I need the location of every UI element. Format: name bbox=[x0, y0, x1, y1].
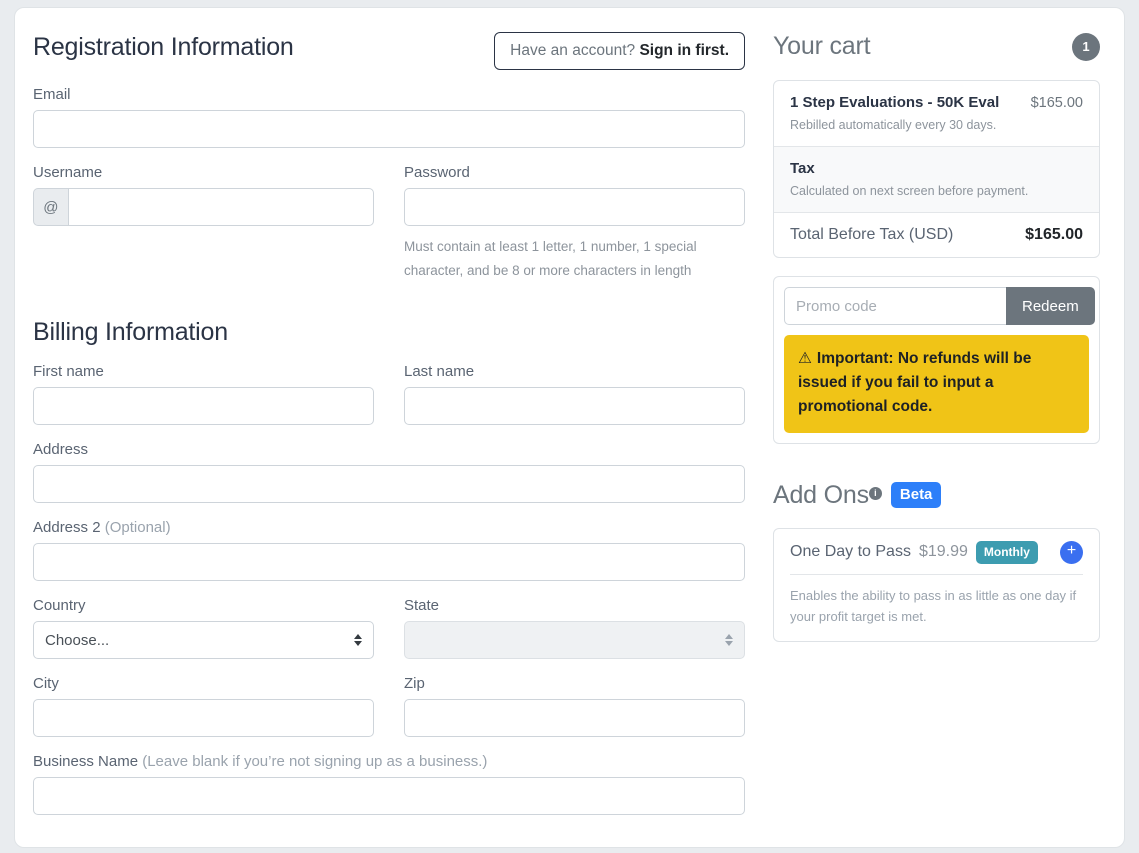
cart-item-name: 1 Step Evaluations - 50K Eval bbox=[790, 94, 1000, 111]
zip-input[interactable] bbox=[404, 699, 745, 738]
page-title: Registration Information bbox=[33, 33, 294, 61]
password-label: Password bbox=[404, 164, 470, 182]
business-name-label-text: Business Name bbox=[33, 753, 143, 771]
redeem-button[interactable]: Redeem bbox=[1006, 287, 1095, 325]
address-input[interactable] bbox=[33, 465, 745, 504]
state-label: State bbox=[404, 597, 440, 615]
business-name-hint: (Leave blank if you’re not signing up as… bbox=[142, 753, 488, 771]
password-input[interactable] bbox=[404, 188, 745, 227]
city-field-group: City bbox=[33, 675, 374, 738]
country-select[interactable]: Choose... bbox=[33, 621, 374, 660]
username-input[interactable] bbox=[67, 188, 374, 227]
cart-total-row: Total Before Tax (USD) $165.00 bbox=[774, 213, 1099, 257]
cart-item-subtext: Rebilled automatically every 30 days. bbox=[790, 117, 997, 132]
tax-subtext: Calculated on next screen before payment… bbox=[790, 183, 1029, 198]
address-field-group: Address bbox=[33, 441, 745, 504]
addon-name: One Day to Pass bbox=[790, 543, 911, 561]
zip-field-group: Zip bbox=[404, 675, 745, 738]
email-input[interactable] bbox=[33, 110, 745, 149]
email-field-group: Email bbox=[33, 86, 745, 149]
country-label: Country bbox=[33, 597, 86, 615]
registration-form-column: Registration Information Have an account… bbox=[15, 8, 763, 847]
addon-frequency-badge: Monthly bbox=[975, 540, 1038, 564]
address2-label-text: Address 2 bbox=[33, 519, 105, 537]
cart-line-item: 1 Step Evaluations - 50K Eval Rebilled a… bbox=[774, 81, 1099, 147]
addon-price: $19.99 bbox=[918, 543, 968, 561]
addon-description: Enables the ability to pass in as little… bbox=[790, 573, 1083, 627]
billing-title: Billing Information bbox=[33, 318, 228, 347]
beta-badge: Beta bbox=[890, 482, 942, 509]
state-field-group: State bbox=[404, 597, 745, 660]
email-label: Email bbox=[33, 86, 71, 104]
addon-card-one-day-to-pass: One Day to Pass $19.99 Monthly + Enables… bbox=[773, 527, 1100, 642]
cart-item-price: $165.00 bbox=[1030, 95, 1083, 111]
warning-triangle-icon: ⚠ bbox=[798, 350, 812, 367]
password-field-group: Password Must contain at least 1 letter,… bbox=[404, 164, 745, 283]
info-icon[interactable]: i bbox=[868, 486, 882, 500]
business-name-input[interactable] bbox=[33, 777, 745, 816]
total-label: Total Before Tax (USD) bbox=[790, 226, 954, 243]
password-help-text: Must contain at least 1 letter, 1 number… bbox=[404, 239, 697, 279]
sign-in-prefix: Have an account? bbox=[510, 42, 640, 59]
refund-warning-banner: ⚠ Important: No refunds will be issued if… bbox=[784, 335, 1089, 433]
total-value: $165.00 bbox=[1025, 226, 1083, 243]
address2-field-group: Address 2 (Optional) bbox=[33, 519, 745, 582]
username-field-group: Username @ bbox=[33, 164, 374, 283]
refund-warning-text: Important: No refunds will be issued if … bbox=[798, 350, 1032, 416]
state-select[interactable] bbox=[404, 621, 745, 660]
address2-input[interactable] bbox=[33, 543, 745, 582]
business-name-label: Business Name (Leave blank if you’re not… bbox=[33, 753, 745, 770]
last-name-label: Last name bbox=[404, 363, 475, 381]
cart-summary-panel: 1 Step Evaluations - 50K Eval Rebilled a… bbox=[773, 80, 1100, 258]
addons-title: Add Ons bbox=[773, 480, 869, 509]
sign-in-button[interactable]: Have an account? Sign in first. bbox=[494, 32, 745, 71]
cart-title: Your cart bbox=[773, 32, 871, 60]
last-name-field-group: Last name bbox=[404, 363, 745, 426]
cart-count-badge: 1 bbox=[1072, 32, 1100, 61]
business-name-field-group: Business Name (Leave blank if you’re not… bbox=[33, 753, 745, 816]
last-name-input[interactable] bbox=[404, 387, 745, 426]
cart-header: Your cart 1 bbox=[773, 32, 1100, 61]
checkout-page-card: Registration Information Have an account… bbox=[14, 7, 1125, 848]
zip-label: Zip bbox=[404, 675, 425, 693]
sign-in-link-text: Sign in first. bbox=[639, 42, 729, 59]
first-name-field-group: First name bbox=[33, 363, 374, 426]
address-label: Address bbox=[33, 441, 89, 459]
username-label: Username bbox=[33, 164, 103, 182]
cart-tax-row: Tax Calculated on next screen before pay… bbox=[774, 147, 1099, 213]
first-name-label: First name bbox=[33, 363, 104, 381]
registration-header: Registration Information Have an account… bbox=[33, 32, 745, 71]
address2-optional-text: (Optional) bbox=[104, 519, 171, 537]
promo-code-input[interactable] bbox=[784, 287, 1006, 325]
cart-column: Your cart 1 1 Step Evaluations - 50K Eva… bbox=[763, 8, 1124, 847]
tax-label: Tax bbox=[790, 160, 815, 177]
first-name-input[interactable] bbox=[33, 387, 374, 426]
city-input[interactable] bbox=[33, 699, 374, 738]
country-field-group: Country Choose... bbox=[33, 597, 374, 660]
address2-label: Address 2 (Optional) bbox=[33, 519, 745, 536]
promo-panel: Redeem ⚠Important: No refunds will be is… bbox=[773, 276, 1100, 444]
city-label: City bbox=[33, 675, 59, 693]
at-symbol-icon: @ bbox=[33, 188, 68, 227]
addons-header: Add Ons i Beta bbox=[773, 481, 1100, 510]
add-addon-button[interactable]: + bbox=[1060, 540, 1083, 564]
